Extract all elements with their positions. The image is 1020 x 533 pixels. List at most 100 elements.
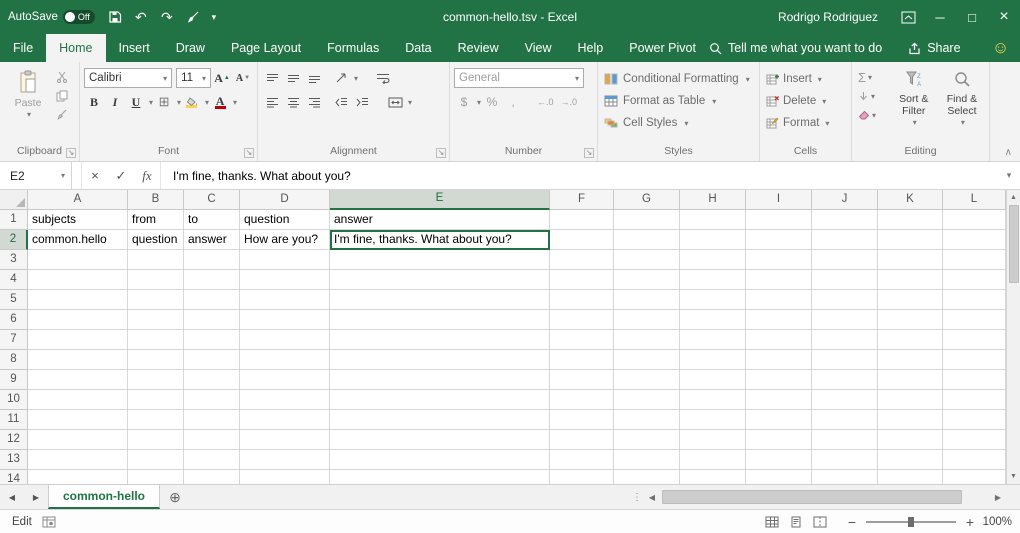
- zoom-slider[interactable]: [866, 521, 956, 523]
- cell-B7[interactable]: [128, 330, 184, 350]
- row-header-12[interactable]: 12: [0, 430, 28, 450]
- sheet-tab-common-hello[interactable]: common-hello: [48, 485, 160, 509]
- cell-I6[interactable]: [746, 310, 812, 330]
- row-header-8[interactable]: 8: [0, 350, 28, 370]
- autosum-button[interactable]: Σ▾: [856, 68, 889, 86]
- cell-I12[interactable]: [746, 430, 812, 450]
- share-button[interactable]: Share: [908, 41, 960, 55]
- cell-E7[interactable]: [330, 330, 550, 350]
- cell-B8[interactable]: [128, 350, 184, 370]
- increase-indent-button[interactable]: [352, 91, 372, 113]
- cell-H2[interactable]: [680, 230, 746, 250]
- cell-A1[interactable]: subjects: [28, 210, 128, 230]
- copy-button[interactable]: [54, 87, 74, 105]
- cell-A7[interactable]: [28, 330, 128, 350]
- ribbon-display-options-button[interactable]: [892, 0, 924, 34]
- cell-D9[interactable]: [240, 370, 330, 390]
- tab-view[interactable]: View: [512, 34, 565, 62]
- tab-file[interactable]: File: [0, 34, 46, 62]
- cell-D3[interactable]: [240, 250, 330, 270]
- cell-B5[interactable]: [128, 290, 184, 310]
- column-header-G[interactable]: G: [614, 190, 680, 210]
- cell-G8[interactable]: [614, 350, 680, 370]
- cell-C12[interactable]: [184, 430, 240, 450]
- cell-I1[interactable]: [746, 210, 812, 230]
- column-header-I[interactable]: I: [746, 190, 812, 210]
- cell-F10[interactable]: [550, 390, 614, 410]
- cell-G12[interactable]: [614, 430, 680, 450]
- cut-button[interactable]: [54, 68, 74, 86]
- align-left-button[interactable]: [262, 91, 282, 113]
- cell-A10[interactable]: [28, 390, 128, 410]
- cell-G9[interactable]: [614, 370, 680, 390]
- row-header-9[interactable]: 9: [0, 370, 28, 390]
- cell-G14[interactable]: [614, 470, 680, 484]
- decrease-indent-button[interactable]: [331, 91, 351, 113]
- cell-F7[interactable]: [550, 330, 614, 350]
- cell-C14[interactable]: [184, 470, 240, 484]
- cell-D1[interactable]: question: [240, 210, 330, 230]
- cell-A13[interactable]: [28, 450, 128, 470]
- cell-L2[interactable]: [943, 230, 1006, 250]
- name-box[interactable]: E2 ▾: [0, 162, 72, 189]
- paste-button[interactable]: Paste ▾: [4, 66, 52, 142]
- cell-I4[interactable]: [746, 270, 812, 290]
- cell-G3[interactable]: [614, 250, 680, 270]
- sheet-nav-prev-button[interactable]: ◀: [0, 485, 24, 509]
- orientation-dropdown-icon[interactable]: ▾: [354, 74, 358, 83]
- cell-L10[interactable]: [943, 390, 1006, 410]
- cell-J6[interactable]: [812, 310, 878, 330]
- scroll-up-button[interactable]: ▲: [1007, 190, 1020, 205]
- cell-I10[interactable]: [746, 390, 812, 410]
- tab-review[interactable]: Review: [445, 34, 512, 62]
- clear-button[interactable]: ▾: [856, 106, 889, 124]
- new-sheet-button[interactable]: ⊕: [160, 485, 190, 509]
- fill-color-dropdown-icon[interactable]: ▾: [205, 98, 209, 107]
- zoom-slider-thumb[interactable]: [908, 517, 914, 527]
- cell-C13[interactable]: [184, 450, 240, 470]
- normal-view-button[interactable]: [760, 512, 784, 532]
- cell-E13[interactable]: [330, 450, 550, 470]
- tell-me-search[interactable]: Tell me what you want to do: [709, 41, 882, 55]
- cell-F1[interactable]: [550, 210, 614, 230]
- tab-draw[interactable]: Draw: [163, 34, 218, 62]
- formula-input[interactable]: I'm fine, thanks. What about you?: [160, 162, 998, 189]
- cell-D12[interactable]: [240, 430, 330, 450]
- merge-center-dropdown-icon[interactable]: ▾: [408, 98, 412, 107]
- collapse-ribbon-button[interactable]: ∧: [1005, 147, 1012, 158]
- cell-L14[interactable]: [943, 470, 1006, 484]
- align-center-button[interactable]: [283, 91, 303, 113]
- cell-A4[interactable]: [28, 270, 128, 290]
- cell-E3[interactable]: [330, 250, 550, 270]
- cell-F2[interactable]: [550, 230, 614, 250]
- tab-scroll-splitter[interactable]: ⋮: [630, 485, 644, 509]
- number-dialog-launcher[interactable]: ↘: [584, 148, 594, 158]
- insert-function-button[interactable]: fx: [134, 162, 160, 189]
- format-painter-qat-button[interactable]: [181, 5, 205, 29]
- qat-customize-button[interactable]: ▾: [207, 5, 221, 29]
- cell-A8[interactable]: [28, 350, 128, 370]
- zoom-level[interactable]: 100%: [976, 516, 1012, 528]
- column-header-E[interactable]: E: [330, 190, 550, 210]
- underline-button[interactable]: U: [126, 91, 146, 113]
- format-cells-button[interactable]: Format ▾: [764, 112, 847, 134]
- row-header-10[interactable]: 10: [0, 390, 28, 410]
- save-button[interactable]: [103, 5, 127, 29]
- fill-color-button[interactable]: [182, 91, 202, 113]
- cell-H1[interactable]: [680, 210, 746, 230]
- formula-bar-expand-button[interactable]: ▾: [998, 162, 1020, 189]
- cell-K12[interactable]: [878, 430, 943, 450]
- cell-H12[interactable]: [680, 430, 746, 450]
- page-break-view-button[interactable]: [808, 512, 832, 532]
- cell-K4[interactable]: [878, 270, 943, 290]
- top-align-button[interactable]: [262, 67, 282, 89]
- cell-A12[interactable]: [28, 430, 128, 450]
- comma-style-button[interactable]: ,: [503, 91, 523, 113]
- cell-L12[interactable]: [943, 430, 1006, 450]
- cell-styles-button[interactable]: Cell Styles ▾: [602, 112, 755, 134]
- cell-F4[interactable]: [550, 270, 614, 290]
- confirm-entry-button[interactable]: ✓: [108, 162, 134, 189]
- cell-L8[interactable]: [943, 350, 1006, 370]
- cell-H9[interactable]: [680, 370, 746, 390]
- cell-K14[interactable]: [878, 470, 943, 484]
